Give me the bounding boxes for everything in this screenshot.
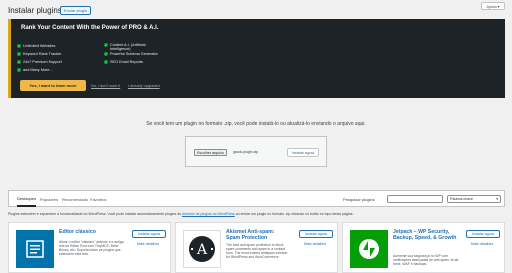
plugin-description: Ativar o editor "clássico" anterior e a … bbox=[59, 240, 124, 256]
learn-more-button[interactable]: Yes, I want to learn more bbox=[20, 80, 86, 91]
more-details-link[interactable]: Mais detalhes bbox=[304, 242, 326, 246]
upload-description: Se você tem um plugin no formato .zip, v… bbox=[146, 121, 366, 127]
feature-label: Unlimited Websites bbox=[23, 44, 56, 48]
help-button[interactable]: Ajuda ▾ bbox=[481, 2, 505, 10]
classic-editor-icon[interactable] bbox=[16, 230, 54, 268]
feature-item: ✓ Unlimited Websites bbox=[17, 44, 56, 49]
more-details-link[interactable]: Mais detalhes bbox=[471, 242, 493, 246]
feature-item: ✓ SEO Email Reports bbox=[104, 60, 143, 65]
feature-label: Content A.I. (Artificial Intelligence) bbox=[110, 43, 146, 52]
explanation-text: ou enviar um plugin no formato .zip clic… bbox=[234, 212, 354, 216]
install-now-button[interactable]: Instalar agora bbox=[132, 230, 166, 238]
check-icon: ✓ bbox=[104, 42, 108, 47]
install-now-button[interactable]: Instalar agora bbox=[466, 230, 500, 238]
search-label: Pesquisar plugins bbox=[343, 197, 375, 202]
plugin-filter-bar: Destaques Populares Recomendado Favorito… bbox=[8, 190, 505, 207]
choose-file-button[interactable]: Escolher arquivo bbox=[194, 149, 227, 156]
check-icon: ✓ bbox=[17, 52, 21, 57]
feature-item: ✓ 24x7 Premium Support bbox=[17, 60, 62, 65]
help-label: Ajuda bbox=[486, 3, 497, 9]
feature-label: and Many More... bbox=[23, 68, 53, 72]
feature-item: ✓ and Many More... bbox=[17, 68, 53, 73]
explanation-text: Plugins estendem e expandem a funcionali… bbox=[8, 212, 183, 216]
plugins-explanation: Plugins estendem e expandem a funcionali… bbox=[8, 212, 353, 216]
plugin-title[interactable]: Akismet Anti-spam: Spam Protection bbox=[226, 229, 290, 241]
plugin-title[interactable]: Editor clássico bbox=[59, 229, 123, 235]
upload-plugin-button[interactable]: Enviar plugin bbox=[60, 6, 92, 15]
more-details-link[interactable]: Mais detalhes bbox=[137, 242, 159, 246]
promo-title: Rank Your Content With the Power of PRO … bbox=[21, 25, 159, 31]
page-title: Instalar plugins bbox=[8, 6, 62, 15]
feature-label: SEO Email Reports bbox=[110, 60, 143, 64]
check-icon: ✓ bbox=[104, 60, 108, 65]
plugin-card-jetpack: Jetpack – WP Security, Backup, Speed, & … bbox=[342, 222, 505, 273]
plugin-description: Aumente sua segurança no WP com verifica… bbox=[393, 254, 459, 266]
plugin-card-classic-editor: Editor clássico Ativar o editor "clássic… bbox=[8, 222, 171, 273]
chevron-down-icon: ▾ bbox=[497, 3, 500, 9]
tab-popular[interactable]: Populares bbox=[40, 191, 58, 207]
plugin-description: The best anti-spam protection to block s… bbox=[226, 243, 288, 259]
check-icon: ✓ bbox=[104, 52, 108, 57]
jetpack-icon[interactable] bbox=[350, 230, 388, 268]
svg-text:A: A bbox=[196, 242, 208, 258]
install-now-button[interactable]: Instalar agora bbox=[287, 148, 319, 157]
feature-item: ✓ Powerful Schema Generator bbox=[104, 52, 158, 57]
tab-recommended[interactable]: Recomendado bbox=[62, 191, 88, 207]
check-icon: ✓ bbox=[17, 68, 21, 73]
plugin-card-akismet: A Akismet Anti-spam: Spam Protection The… bbox=[175, 222, 338, 273]
feature-item: ✓ Keyword Rank Tracker bbox=[17, 52, 62, 57]
plugin-title[interactable]: Jetpack – WP Security, Backup, Speed, & … bbox=[393, 229, 457, 241]
feature-label: Powerful Schema Generator bbox=[110, 52, 158, 56]
chevron-down-icon: ▾ bbox=[496, 197, 498, 201]
selected-file-name: gaudi-plugin.zip bbox=[233, 150, 259, 154]
check-icon: ✓ bbox=[17, 44, 21, 49]
search-type-select[interactable]: Palavra-chave ▾ bbox=[447, 195, 501, 203]
tab-featured[interactable]: Destaques bbox=[17, 191, 37, 207]
already-upgraded-link[interactable]: I already upgraded bbox=[128, 84, 160, 88]
install-now-button[interactable]: Instalar agora bbox=[299, 230, 333, 238]
feature-label: 24x7 Premium Support bbox=[23, 60, 62, 64]
check-icon: ✓ bbox=[17, 60, 21, 65]
promo-banner: Rank Your Content With the Power of PRO … bbox=[8, 19, 505, 98]
tab-favorites[interactable]: Favoritos bbox=[90, 191, 106, 207]
feature-item: ✓ Content A.I. (Artificial Intelligence) bbox=[104, 43, 150, 51]
search-type-value: Palavra-chave bbox=[450, 197, 473, 201]
feature-label: Keyword Rank Tracker bbox=[23, 52, 62, 56]
dismiss-link[interactable]: No, I don't want it bbox=[91, 84, 120, 88]
search-plugins-input[interactable] bbox=[387, 195, 443, 203]
akismet-icon[interactable]: A bbox=[183, 230, 221, 268]
plugin-directory-link[interactable]: diretório de plugins do WordPress bbox=[182, 212, 235, 216]
upload-form: Escolher arquivo gaudi-plugin.zip Instal… bbox=[185, 136, 327, 167]
